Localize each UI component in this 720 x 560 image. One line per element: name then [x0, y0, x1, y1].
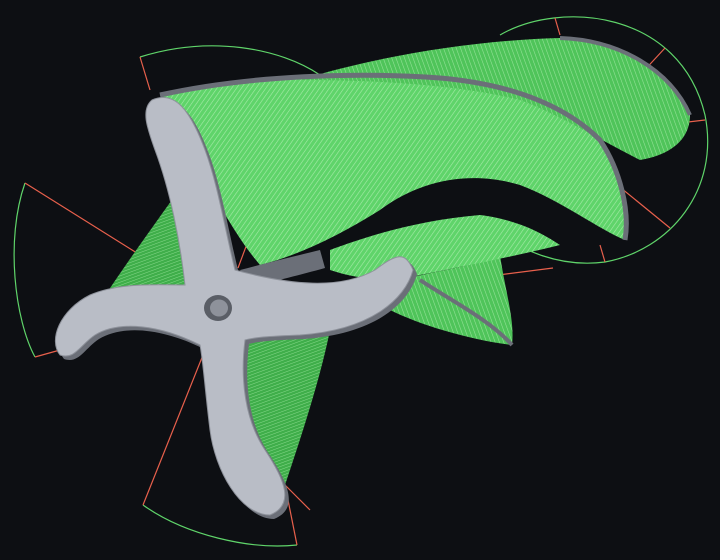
- hub-shaft-hole: [210, 299, 228, 317]
- cad-viewport[interactable]: [0, 0, 720, 560]
